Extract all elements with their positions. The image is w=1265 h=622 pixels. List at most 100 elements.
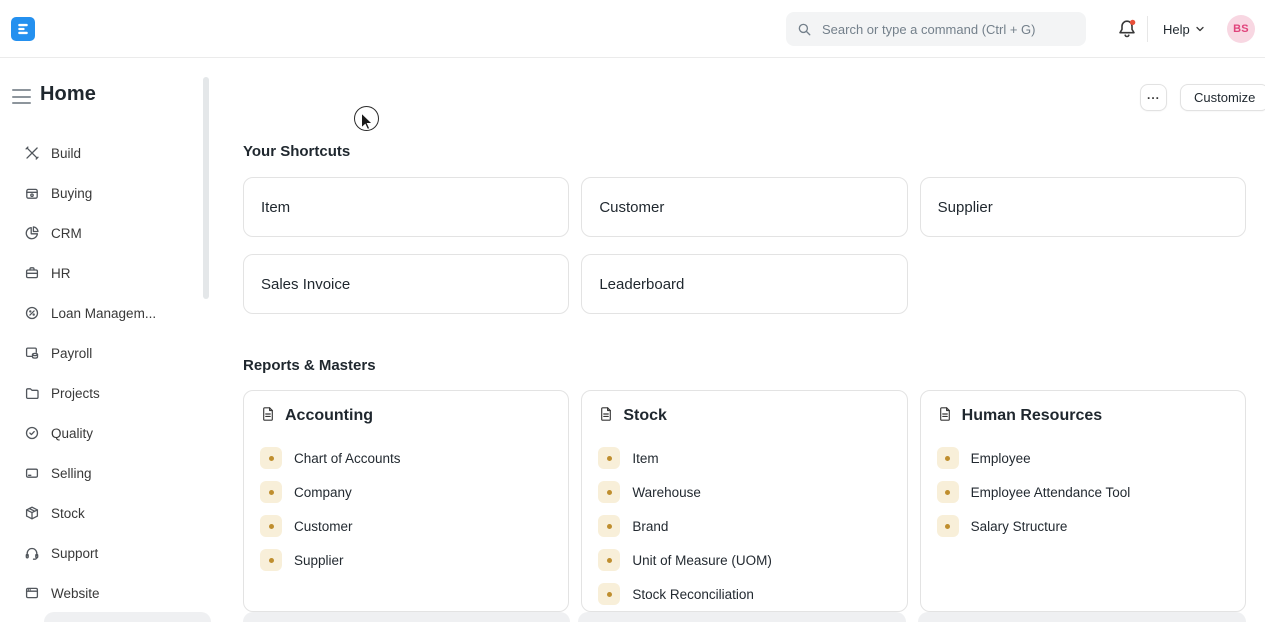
sidebar-item-label: Projects <box>51 386 100 401</box>
report-link-label: Employee Attendance Tool <box>971 485 1131 500</box>
report-link-label: Company <box>294 485 352 500</box>
shortcut-label: Item <box>261 199 290 216</box>
report-link-company[interactable]: Company <box>260 475 552 509</box>
help-menu[interactable]: Help <box>1163 19 1205 39</box>
sidebar-item-website[interactable]: Website <box>0 573 211 613</box>
shortcut-card-item[interactable]: Item <box>243 177 569 237</box>
report-link-label: Chart of Accounts <box>294 451 401 466</box>
sidebar-item-quality[interactable]: Quality <box>0 413 211 453</box>
ellipsis-icon: ... <box>1147 88 1160 102</box>
report-link-employee-attendance-tool[interactable]: Employee Attendance Tool <box>937 475 1229 509</box>
skeleton-bar <box>578 612 906 622</box>
report-link-stock-reconciliation[interactable]: Stock Reconciliation <box>598 577 890 611</box>
sidebar-item-support[interactable]: Support <box>0 533 211 573</box>
report-link-supplier[interactable]: Supplier <box>260 543 552 577</box>
page-title: Home <box>40 83 96 106</box>
bullet-icon <box>598 583 620 605</box>
customize-button[interactable]: Customize <box>1180 84 1265 111</box>
report-link-label: Warehouse <box>632 485 701 500</box>
report-link-warehouse[interactable]: Warehouse <box>598 475 890 509</box>
sidebar-scrollbar[interactable] <box>203 77 209 299</box>
sidebar-item-label: Stock <box>51 506 85 521</box>
more-options-button[interactable]: ... <box>1140 84 1167 111</box>
shortcut-label: Leaderboard <box>599 276 684 293</box>
shortcut-card-customer[interactable]: Customer <box>581 177 907 237</box>
report-card-header: Stock <box>598 405 890 427</box>
notifications-button[interactable] <box>1116 18 1138 40</box>
bell-icon <box>1116 18 1138 40</box>
skeleton-bar <box>918 612 1246 622</box>
sidebar-item-label: Selling <box>51 466 92 481</box>
sidebar-item-loan-managem[interactable]: Loan Managem... <box>0 293 211 333</box>
report-link-label: Brand <box>632 519 668 534</box>
bullet-icon <box>260 549 282 571</box>
hamburger-icon <box>12 89 31 91</box>
folder-icon <box>24 385 40 401</box>
quality-check-icon <box>24 425 40 441</box>
sidebar-item-hr[interactable]: HR <box>0 253 211 293</box>
pie-chart-icon <box>24 225 40 241</box>
sidebar-item-label: HR <box>51 266 71 281</box>
bullet-icon <box>598 447 620 469</box>
global-search <box>786 12 1086 46</box>
card-icon <box>24 465 40 481</box>
loan-percent-icon <box>24 305 40 321</box>
shortcut-label: Customer <box>599 199 664 216</box>
sidebar-item-payroll[interactable]: Payroll <box>0 333 211 373</box>
search-input[interactable] <box>820 21 1075 38</box>
bullet-icon <box>598 515 620 537</box>
shortcut-card-supplier[interactable]: Supplier <box>920 177 1246 237</box>
report-link-brand[interactable]: Brand <box>598 509 890 543</box>
sidebar-item-buying[interactable]: Buying <box>0 173 211 213</box>
sidebar-item-selling[interactable]: Selling <box>0 453 211 493</box>
report-link-label: Customer <box>294 519 353 534</box>
sidebar-item-label: Website <box>51 586 100 601</box>
sidebar-item-projects[interactable]: Projects <box>0 373 211 413</box>
chevron-down-icon <box>1195 24 1205 34</box>
sidebar-item-stock[interactable]: Stock <box>0 493 211 533</box>
sidebar-item-build[interactable]: Build <box>0 133 211 173</box>
report-link-label: Supplier <box>294 553 344 568</box>
report-link-label: Stock Reconciliation <box>632 587 754 602</box>
bullet-icon <box>260 447 282 469</box>
bullet-icon <box>937 447 959 469</box>
shortcut-label: Sales Invoice <box>261 276 350 293</box>
shortcut-card-sales-invoice[interactable]: Sales Invoice <box>243 254 569 314</box>
report-link-chart-of-accounts[interactable]: Chart of Accounts <box>260 441 552 475</box>
skeleton-bar <box>243 612 570 622</box>
mouse-cursor-icon <box>360 112 377 131</box>
file-text-icon <box>260 406 276 427</box>
shortcuts-grid: Item Customer Supplier Sales Invoice Leaderb… <box>243 177 1246 314</box>
report-card-human-resources: Human ResourcesEmployeeEmployee Attendan… <box>920 390 1246 612</box>
reports-masters-heading: Reports & Masters <box>243 357 376 374</box>
report-card-header: Accounting <box>260 405 552 427</box>
sidebar-item-label: Build <box>51 146 81 161</box>
report-link-unit-of-measure-uom[interactable]: Unit of Measure (UOM) <box>598 543 890 577</box>
headset-icon <box>24 545 40 561</box>
report-link-employee[interactable]: Employee <box>937 441 1229 475</box>
top-navbar: Help BS <box>0 0 1265 58</box>
report-card-accounting: Accounting Chart of Accounts Company Custom… <box>243 390 569 612</box>
report-link-salary-structure[interactable]: Salary Structure <box>937 509 1229 543</box>
user-avatar[interactable]: BS <box>1227 15 1255 43</box>
report-card-title: Accounting <box>285 407 373 425</box>
report-link-customer[interactable]: Customer <box>260 509 552 543</box>
report-card-stock: Stock Item Warehouse Brand Unit of Measure (… <box>581 390 907 612</box>
payroll-coins-icon <box>24 345 40 361</box>
report-card-title: Stock <box>623 407 667 425</box>
archive-icon <box>24 185 40 201</box>
shortcut-label: Supplier <box>938 199 993 216</box>
app-logo[interactable] <box>11 17 35 41</box>
briefcase-icon <box>24 265 40 281</box>
sidebar-toggle-button[interactable] <box>12 89 31 104</box>
bullet-icon <box>260 481 282 503</box>
report-link-item[interactable]: Item <box>598 441 890 475</box>
sidebar-item-crm[interactable]: CRM <box>0 213 211 253</box>
sidebar-item-label: Support <box>51 546 98 561</box>
bullet-icon <box>260 515 282 537</box>
sidebar-item-label: Loan Managem... <box>51 306 156 321</box>
shortcut-card-leaderboard[interactable]: Leaderboard <box>581 254 907 314</box>
bullet-icon <box>937 481 959 503</box>
notification-dot <box>1130 20 1135 25</box>
frappe-e-icon <box>16 22 30 36</box>
